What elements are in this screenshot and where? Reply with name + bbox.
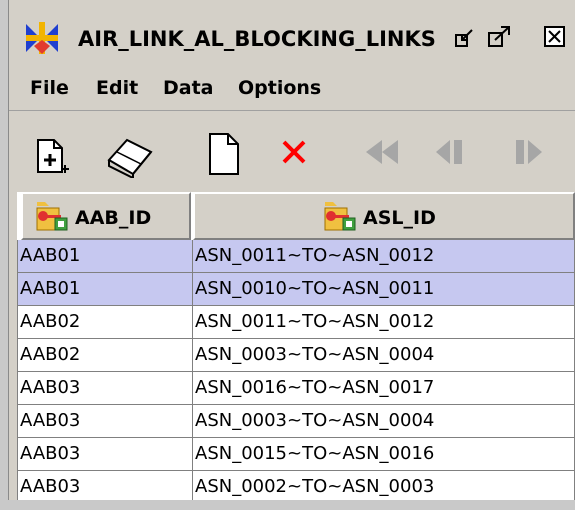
primary-key-icon <box>36 202 68 231</box>
app-window: AIR_LINK_AL_BLOCKING_LINKS File Edit Dat… <box>0 0 575 510</box>
cell-asl-id[interactable]: ASN_0003~TO~ASN_0004 <box>193 405 575 438</box>
table-row[interactable]: AAB03 ASN_0016~TO~ASN_0017 <box>17 372 575 405</box>
table-row[interactable]: AAB03 ASN_0015~TO~ASN_0016 <box>17 438 575 471</box>
minimize-icon[interactable] <box>454 24 480 50</box>
table-row[interactable]: AAB01 ASN_0010~TO~ASN_0011 <box>17 273 575 306</box>
window-bottom-edge <box>0 500 575 510</box>
delete-icon[interactable] <box>272 130 322 176</box>
cell-asl-id[interactable]: ASN_0015~TO~ASN_0016 <box>193 438 575 471</box>
column-header-asl-id[interactable]: ASL_ID <box>193 192 575 240</box>
window-left-edge <box>0 0 9 510</box>
table-row[interactable]: AAB01 ASN_0011~TO~ASN_0012 <box>17 240 575 273</box>
cell-aab-id[interactable]: AAB02 <box>17 339 193 372</box>
next-record-icon[interactable] <box>502 130 552 176</box>
menu-file[interactable]: File <box>30 74 69 102</box>
table-row[interactable]: AAB02 ASN_0011~TO~ASN_0012 <box>17 306 575 339</box>
cell-asl-id[interactable]: ASN_0011~TO~ASN_0012 <box>193 306 575 339</box>
primary-key-icon <box>324 202 356 231</box>
previous-record-icon[interactable] <box>432 130 482 176</box>
column-header-label: AAB_ID <box>75 207 152 229</box>
column-header-aab-id[interactable]: AAB_ID <box>21 192 191 240</box>
app-logo-icon <box>24 20 60 56</box>
cell-aab-id[interactable]: AAB02 <box>17 306 193 339</box>
cell-aab-id[interactable]: AAB01 <box>17 240 193 273</box>
cell-aab-id[interactable]: AAB03 <box>17 405 193 438</box>
close-icon[interactable] <box>542 24 568 50</box>
eraser-icon[interactable] <box>105 132 155 178</box>
cell-asl-id[interactable]: ASN_0011~TO~ASN_0012 <box>193 240 575 273</box>
first-record-icon[interactable] <box>360 130 410 176</box>
column-header-label: ASL_ID <box>363 207 436 229</box>
new-document-icon[interactable] <box>200 130 250 176</box>
menu-data[interactable]: Data <box>163 74 214 102</box>
cell-asl-id[interactable]: ASN_0016~TO~ASN_0017 <box>193 372 575 405</box>
cell-aab-id[interactable]: AAB03 <box>17 372 193 405</box>
cell-aab-id[interactable]: AAB01 <box>17 273 193 306</box>
maximize-icon[interactable] <box>487 24 513 50</box>
window-title: AIR_LINK_AL_BLOCKING_LINKS <box>78 27 436 51</box>
data-table: AAB_ID ASL_ID AAB01 ASN_0011~TO~ASN_0012 A… <box>17 192 575 504</box>
cell-asl-id[interactable]: ASN_0010~TO~ASN_0011 <box>193 273 575 306</box>
insert-record-icon[interactable] <box>28 132 78 178</box>
menu-edit[interactable]: Edit <box>96 74 138 102</box>
cell-aab-id[interactable]: AAB03 <box>17 438 193 471</box>
menu-options[interactable]: Options <box>238 74 321 102</box>
table-row[interactable]: AAB02 ASN_0003~TO~ASN_0004 <box>17 339 575 372</box>
table-row[interactable]: AAB03 ASN_0003~TO~ASN_0004 <box>17 405 575 438</box>
cell-asl-id[interactable]: ASN_0003~TO~ASN_0004 <box>193 339 575 372</box>
